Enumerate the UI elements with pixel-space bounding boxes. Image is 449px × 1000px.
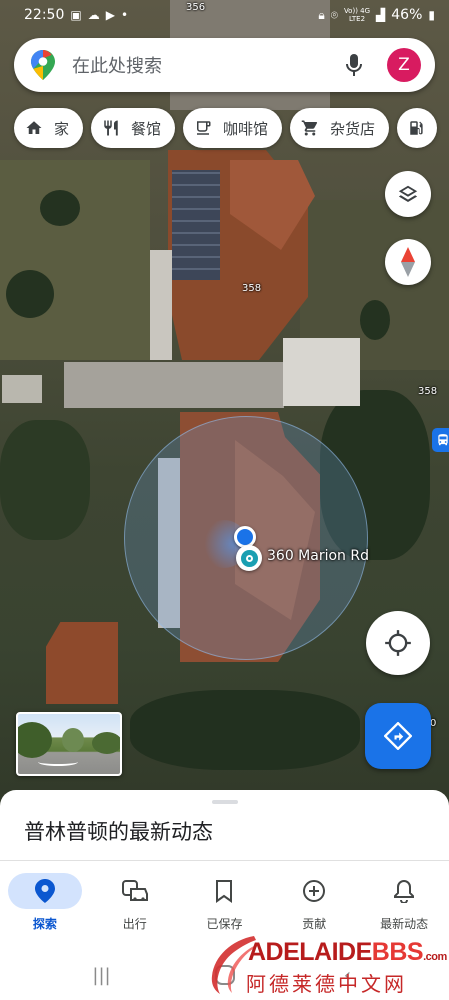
google-maps-logo-icon: [31, 50, 55, 80]
battery-icon: ▮: [428, 8, 435, 22]
chip-label: 杂货店: [330, 119, 376, 138]
chip-label: 餐馆: [131, 119, 162, 138]
chip-home[interactable]: 家: [14, 108, 84, 148]
watermark-brand: ADELAIDEBBS.com: [248, 938, 447, 967]
shed: [64, 362, 284, 408]
clock: 22:50: [24, 7, 65, 23]
cloud-icon: ☁: [87, 8, 100, 22]
tree: [130, 690, 360, 770]
gas-station-icon: [407, 118, 427, 138]
tree: [6, 270, 54, 318]
latest-updates-sheet[interactable]: 普林普顿的最新动态: [0, 790, 449, 870]
street-view-thumbnail[interactable]: [16, 712, 122, 776]
nav-label: 探索: [32, 917, 57, 931]
chip-gas[interactable]: [397, 108, 438, 148]
tree: [0, 420, 90, 540]
lock-icon: 🔒︎: [318, 7, 325, 22]
coffee-icon: [193, 118, 213, 138]
signal-icon: ▟: [376, 8, 386, 22]
drag-handle[interactable]: [212, 800, 238, 804]
address-number-label: 358: [418, 386, 438, 397]
nav-label: 出行: [122, 917, 147, 931]
crosshair-icon: [385, 630, 411, 656]
tree: [92, 732, 120, 754]
shed: [283, 338, 360, 406]
youtube-icon: ▶: [105, 8, 115, 22]
chip-label: 咖啡馆: [223, 119, 269, 138]
tree: [62, 728, 84, 752]
tree: [360, 300, 390, 340]
chip-coffee[interactable]: 咖啡馆: [183, 108, 283, 148]
restaurant-icon: [101, 118, 121, 138]
dot-icon: •: [120, 8, 129, 22]
home-icon: [24, 118, 44, 138]
compass-icon: [401, 247, 415, 277]
category-chips: 家 餐馆 咖啡馆 杂货店: [14, 108, 438, 148]
shed: [150, 250, 172, 360]
cart-icon: [300, 118, 320, 138]
street-view-arrow-icon: [38, 758, 78, 766]
explore-pin-icon: [7, 873, 82, 909]
directions-button[interactable]: [365, 703, 431, 769]
watermark-brand-accent: BBS: [371, 938, 424, 966]
bell-icon: [367, 873, 441, 909]
commute-car-icon: [98, 873, 172, 909]
watermark-brand-main: ADELAIDE: [248, 938, 372, 966]
layers-icon: [398, 185, 418, 202]
yard: [0, 160, 150, 360]
recent-apps-icon[interactable]: |||: [87, 960, 117, 990]
house-roof: [46, 622, 118, 704]
microphone-icon[interactable]: [341, 52, 367, 78]
tree: [18, 722, 52, 758]
chip-label: 家: [54, 119, 70, 138]
chip-groceries[interactable]: 杂货店: [290, 108, 390, 148]
address-number-label: 358: [242, 283, 262, 294]
solar-panels: [172, 170, 220, 280]
avatar[interactable]: Z: [387, 48, 421, 82]
bus-stop-icon[interactable]: [432, 428, 449, 452]
watermark-logo: ADELAIDEBBS.com 阿德莱德中文网: [204, 930, 447, 996]
watermark-brand-suffix: .com: [423, 951, 447, 963]
watermark-brand-cn: 阿德莱德中文网: [246, 972, 407, 996]
place-pin-icon[interactable]: [236, 545, 262, 571]
network-indicator: Vo)) 4G LTE2: [343, 7, 371, 23]
sheet-title: 普林普顿的最新动态: [24, 820, 213, 844]
chip-restaurants[interactable]: 餐馆: [91, 108, 176, 148]
tree: [40, 190, 80, 226]
place-label[interactable]: 360 Marion Rd: [267, 548, 369, 564]
layers-button[interactable]: [385, 171, 431, 217]
my-location-button[interactable]: [366, 611, 430, 675]
directions-arrow-icon: [384, 722, 412, 750]
location-icon: ⌾: [330, 7, 338, 22]
nav-commute[interactable]: 出行: [90, 861, 180, 950]
nav-explore[interactable]: 探索: [0, 861, 90, 950]
battery-percent: 46%: [391, 7, 423, 23]
add-circle-icon: [277, 873, 351, 909]
gallery-icon: ▣: [70, 8, 82, 22]
status-bar: 22:50 ▣ ☁ ▶ • 🔒︎ ⌾ Vo)) 4G LTE2 ▟ 46% ▮: [0, 0, 449, 30]
compass-button[interactable]: [385, 239, 431, 285]
search-input[interactable]: 在此处搜索: [72, 52, 341, 78]
bookmark-icon: [187, 873, 261, 909]
search-bar[interactable]: 在此处搜索 Z: [14, 38, 435, 92]
shed: [2, 375, 42, 403]
